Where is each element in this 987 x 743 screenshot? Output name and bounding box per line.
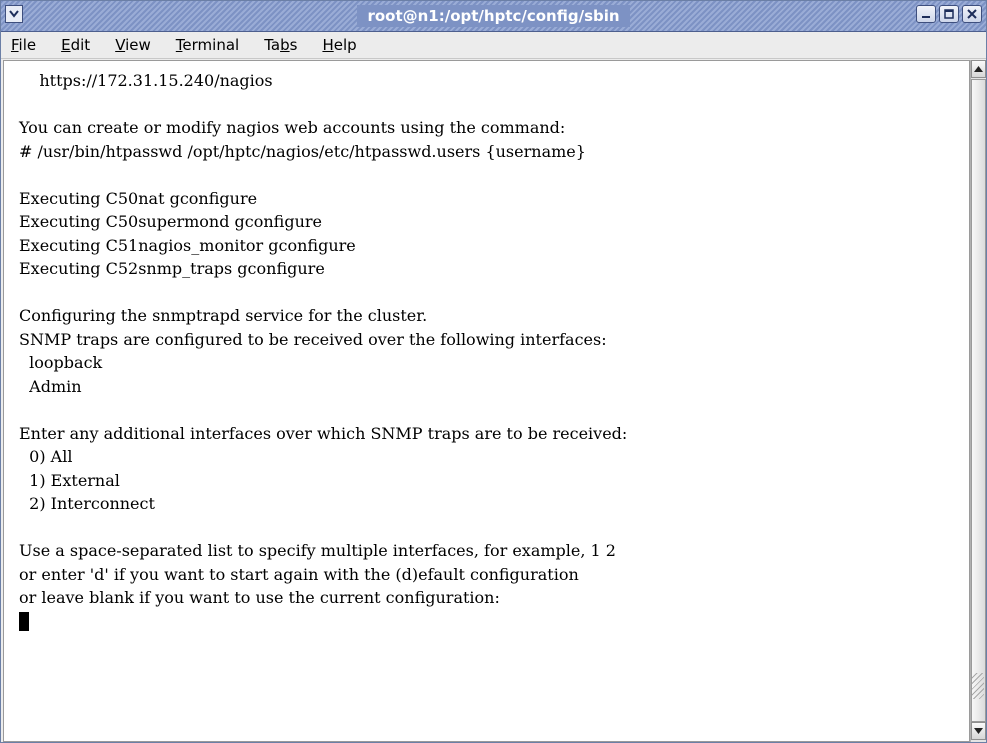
menu-view[interactable]: View bbox=[113, 34, 153, 56]
terminal-line: Enter any additional interfaces over whi… bbox=[19, 423, 628, 443]
terminal-line: Use a space-separated list to specify mu… bbox=[19, 541, 616, 560]
scrollbar-grip bbox=[972, 673, 984, 699]
terminal-window: root@n1:/opt/hptc/config/sbin File Edit … bbox=[0, 0, 987, 743]
terminal-output[interactable]: https://172.31.15.240/nagios You can crea… bbox=[3, 60, 970, 742]
terminal-line: or leave blank if you want to use the cu… bbox=[19, 588, 500, 607]
terminal-line: loopback bbox=[19, 353, 103, 372]
menu-bar: File Edit View Terminal Tabs Help bbox=[1, 32, 986, 59]
window-title: root@n1:/opt/hptc/config/sbin bbox=[357, 5, 630, 27]
maximize-icon bbox=[944, 9, 954, 19]
arrow-down-icon bbox=[974, 728, 983, 734]
terminal-line: or enter 'd' if you want to start again … bbox=[19, 564, 579, 584]
terminal-line: Executing C50supermond gconfigure bbox=[19, 212, 323, 231]
scroll-down-button[interactable] bbox=[971, 722, 986, 740]
terminal-line: Executing C50nat gconfigure bbox=[19, 188, 258, 208]
terminal-text: https://172.31.15.240/nagios You can crea… bbox=[19, 69, 627, 633]
minimize-icon bbox=[922, 16, 930, 18]
maximize-button[interactable] bbox=[939, 5, 959, 23]
terminal-line: 1) External bbox=[19, 470, 120, 490]
terminal-prompt-line bbox=[19, 610, 627, 634]
title-bar[interactable]: root@n1:/opt/hptc/config/sbin bbox=[1, 1, 986, 32]
text-cursor bbox=[19, 611, 29, 631]
scrollbar-thumb[interactable] bbox=[971, 79, 986, 722]
scroll-up-button[interactable] bbox=[971, 60, 986, 78]
terminal-line: 2) Interconnect bbox=[19, 494, 155, 513]
menu-tabs[interactable]: Tabs bbox=[262, 34, 299, 56]
terminal-line: SNMP traps are configured to be received… bbox=[19, 329, 607, 349]
terminal-line: https://172.31.15.240/nagios bbox=[19, 71, 273, 90]
menu-edit[interactable]: Edit bbox=[59, 34, 92, 56]
menu-terminal[interactable]: Terminal bbox=[174, 34, 241, 56]
minimize-button[interactable] bbox=[916, 5, 936, 23]
terminal-line: Executing C52snmp_traps gconfigure bbox=[19, 259, 325, 278]
terminal-line: Admin bbox=[19, 376, 82, 396]
close-button[interactable] bbox=[962, 5, 982, 23]
vertical-scrollbar[interactable] bbox=[970, 60, 986, 742]
terminal-line: Executing C51nagios_monitor gconfigure bbox=[19, 235, 356, 255]
terminal-line: # /usr/bin/htpasswd /opt/hptc/nagios/etc… bbox=[19, 141, 586, 161]
arrow-up-icon bbox=[974, 66, 983, 72]
terminal-line: You can create or modify nagios web acco… bbox=[19, 118, 566, 137]
terminal-line: Configuring the snmptrapd service for th… bbox=[19, 306, 428, 325]
menu-help[interactable]: Help bbox=[320, 34, 358, 56]
menu-file[interactable]: File bbox=[9, 34, 38, 56]
close-icon bbox=[967, 9, 977, 19]
terminal-line: 0) All bbox=[19, 447, 73, 466]
